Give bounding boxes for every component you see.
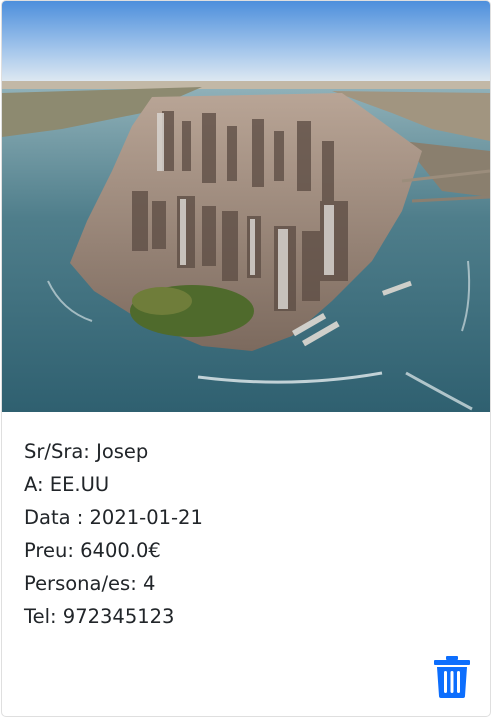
destination-photo — [2, 1, 490, 412]
destination: A: EE.UU — [24, 473, 110, 496]
phone: Tel: 972345123 — [24, 605, 175, 628]
travel-date: Data : 2021-01-21 — [24, 506, 203, 529]
persons-count: Persona/es: 4 — [24, 572, 156, 595]
booking-card: Sr/Sra: Josep A: EE.UU Data : 2021-01-21… — [1, 0, 491, 717]
price: Preu: 6400.0€ — [24, 539, 161, 562]
delete-button[interactable] — [434, 656, 470, 698]
booking-details: Sr/Sra: Josep A: EE.UU Data : 2021-01-21… — [24, 435, 464, 633]
client-name: Sr/Sra: Josep — [24, 440, 149, 463]
